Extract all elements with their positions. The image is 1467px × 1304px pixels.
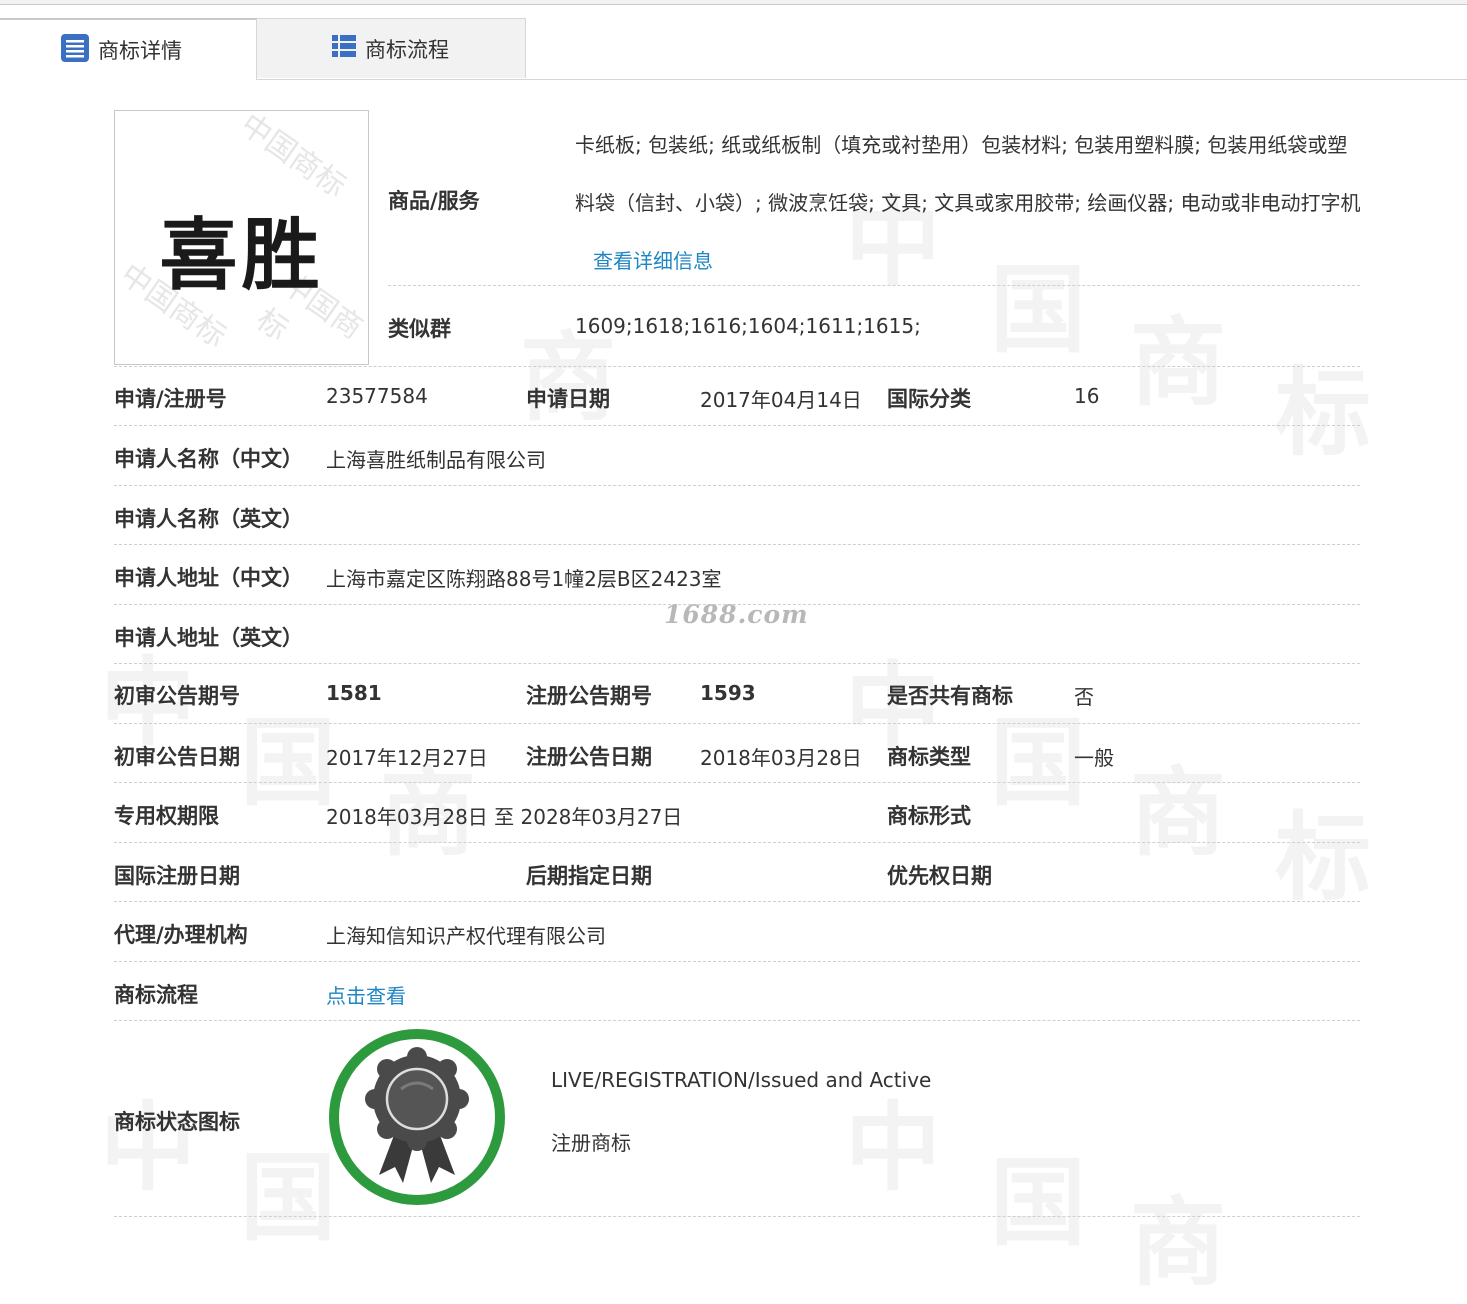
divider [114,782,1360,783]
top-border [0,0,1467,5]
similar-group-label: 类似群 [388,317,451,341]
tm-type-label: 商标类型 [887,745,971,769]
intl-class-value: 16 [1074,384,1100,408]
applicant-cn-value: 上海喜胜纸制品有限公司 [326,448,546,472]
divider [114,842,1360,843]
prelim-issue-label: 初审公告期号 [114,684,240,708]
page-watermark-char: 商 [1130,1187,1226,1299]
status-cn: 注册商标 [551,1131,631,1155]
divider [114,544,1360,545]
tab-trademark-flow[interactable]: 商标流程 [257,18,526,78]
divider [114,663,1360,664]
page-watermark-char: 国 [990,1147,1086,1259]
logo-watermark: 中国商标 [233,110,353,205]
page-watermark-char: 标 [1275,802,1371,914]
prelim-date-value: 2017年12月27日 [326,746,488,770]
tab-trademark-flow-label: 商标流程 [365,37,449,62]
trademark-image: 中国商标 中国商标 中国商标 喜胜 [114,110,369,365]
applicant-en-label: 申请人名称（英文） [114,507,303,531]
reg-date-value: 2018年03月28日 [700,746,862,770]
address-en-label: 申请人地址（英文） [114,626,303,650]
agency-label: 代理/办理机构 [114,923,248,947]
goods-text: 卡纸板; 包装纸; 纸或纸板制（填充或衬垫用）包装材料; 包装用塑料膜; 包装用… [575,133,1361,215]
divider [114,366,1360,367]
divider [114,723,1360,724]
reg-date-label: 注册公告日期 [526,745,652,769]
intl-class-label: 国际分类 [887,387,971,411]
exclusive-period-label: 专用权期限 [114,804,219,828]
intl-reg-date-label: 国际注册日期 [114,864,240,888]
divider [114,901,1360,902]
tm-type-value: 一般 [1074,746,1114,770]
divider [114,485,1360,486]
tab-bar: 商标详情 商标流程 [0,18,1467,80]
reg-no-value: 23577584 [326,384,428,408]
divider [114,961,1360,962]
trademark-mark-text: 喜胜 [159,211,324,301]
shared-label: 是否共有商标 [887,684,1013,708]
process-label: 商标流程 [114,983,198,1007]
divider [388,285,1360,286]
reg-no-label: 申请/注册号 [114,387,227,411]
prelim-date-label: 初审公告日期 [114,745,240,769]
site-watermark: 1688.com [664,600,809,629]
address-cn-value: 上海市嘉定区陈翔路88号1幢2层B区2423室 [326,567,722,591]
status-label: 商标状态图标 [114,1110,240,1134]
tab-trademark-detail[interactable]: 商标详情 [0,18,257,80]
divider [114,1216,1360,1217]
page-watermark-char: 标 [1275,357,1371,469]
list-grid-icon [331,33,357,64]
similar-group-value: 1609;1618;1616;1604;1611;1615; [575,314,921,338]
reg-issue-label: 注册公告期号 [526,684,652,708]
reg-issue-value: 1593 [700,681,756,705]
page-watermark-char: 国 [240,707,336,819]
agency-value: 上海知信知识产权代理有限公司 [326,924,606,948]
divider [114,1020,1360,1021]
divider [114,425,1360,426]
page-watermark-char: 国 [240,1142,336,1254]
goods-label: 商品/服务 [388,189,480,213]
applicant-cn-label: 申请人名称（中文） [114,447,303,471]
shared-value: 否 [1074,685,1094,709]
tm-form-label: 商标形式 [887,804,971,828]
address-cn-label: 申请人地址（中文） [114,566,303,590]
tab-trademark-detail-label: 商标详情 [98,39,182,63]
document-list-icon [60,33,90,68]
goods-more-link[interactable]: 查看详细信息 [593,249,713,273]
page-watermark-char: 商 [1130,307,1226,419]
apply-date-value: 2017年04月14日 [700,388,862,412]
apply-date-label: 申请日期 [526,387,610,411]
prelim-issue-value: 1581 [326,681,382,705]
page-watermark-char: 商 [1130,757,1226,869]
exclusive-period-value: 2018年03月28日 至 2028年03月27日 [326,805,683,829]
goods-value: 卡纸板; 包装纸; 纸或纸板制（填充或衬垫用）包装材料; 包装用塑料膜; 包装用… [575,116,1365,290]
page-watermark-char: 中 [100,1092,196,1204]
priority-date-label: 优先权日期 [887,864,992,888]
process-view-link[interactable]: 点击查看 [326,980,406,1009]
status-en: LIVE/REGISTRATION/Issued and Active [551,1068,932,1092]
award-ribbon-icon [327,1027,507,1207]
later-date-label: 后期指定日期 [526,864,652,888]
